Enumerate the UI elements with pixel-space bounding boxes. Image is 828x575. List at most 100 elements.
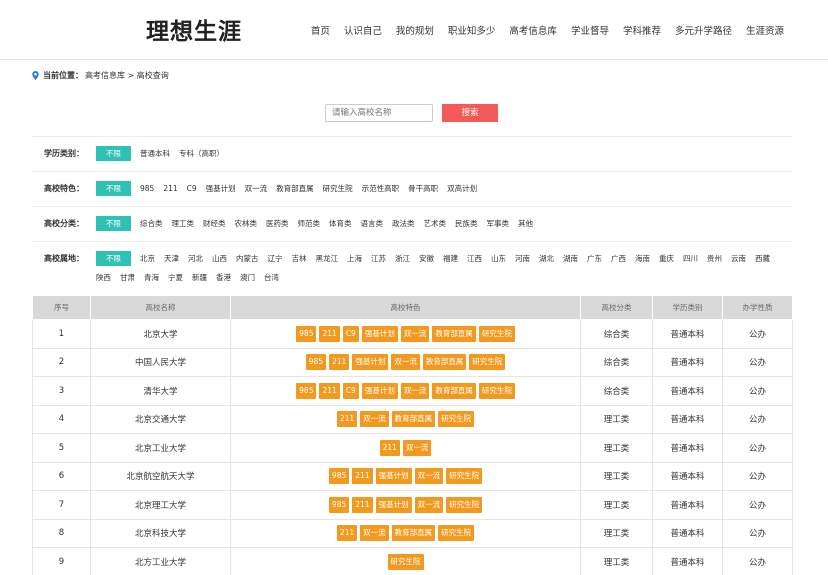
filter-option-selected[interactable]: 不限 — [96, 181, 131, 196]
nav-item[interactable]: 学科推荐 — [623, 23, 661, 37]
filter-option[interactable]: 贵州 — [707, 251, 722, 266]
filter-option-selected[interactable]: 不限 — [96, 146, 131, 161]
filter-option[interactable]: 安徽 — [419, 251, 434, 266]
university-name-link[interactable]: 北京航空航天大学 — [90, 461, 231, 491]
filter-option[interactable]: 山东 — [491, 251, 506, 266]
table-row[interactable]: 9 北方工业大学 研究生院 理工类 普通本科 公办 — [32, 547, 793, 575]
filter-option[interactable]: 内蒙古 — [236, 251, 259, 266]
table-row[interactable]: 7 北京理工大学 985 211 强基计划 双一流 研究生院 理工类 普通本科 公办 — [32, 490, 793, 520]
nav-item[interactable]: 生涯资源 — [746, 23, 784, 37]
search-button[interactable]: 搜索 — [442, 104, 498, 122]
filter-option[interactable]: 综合类 — [140, 216, 163, 231]
filter-option-selected[interactable]: 不限 — [96, 216, 131, 231]
table-row[interactable]: 6 北京航空航天大学 985 211 强基计划 双一流 研究生院 理工类 普通本科 公办 — [32, 461, 793, 491]
nav-item[interactable]: 首页 — [311, 23, 330, 37]
university-name-link[interactable]: 北京大学 — [90, 319, 231, 349]
filter-option[interactable]: 普通本科 — [140, 146, 170, 161]
university-name-link[interactable]: 北方工业大学 — [90, 547, 231, 575]
filter-option[interactable]: 香港 — [216, 270, 231, 285]
filter-option[interactable]: 211 — [163, 181, 177, 196]
filter-option[interactable]: 专科（高职） — [179, 146, 224, 161]
filter-option[interactable]: 骨干高职 — [408, 181, 438, 196]
filter-option[interactable]: 河南 — [515, 251, 530, 266]
filter-option[interactable]: 广东 — [587, 251, 602, 266]
feature-tag: 研究生院 — [469, 354, 506, 371]
filter-option[interactable]: 陕西 — [96, 270, 111, 285]
filter-option[interactable]: 澳门 — [240, 270, 255, 285]
filter-option[interactable]: 艺术类 — [424, 216, 447, 231]
filter-option[interactable]: 理工类 — [172, 216, 195, 231]
filter-option[interactable]: 四川 — [683, 251, 698, 266]
filter-option[interactable]: 黑龙江 — [316, 251, 339, 266]
nav-item[interactable]: 认识自己 — [344, 23, 382, 37]
filter-option[interactable]: 民族类 — [455, 216, 478, 231]
university-name-link[interactable]: 北京科技大学 — [90, 518, 231, 548]
filter-option[interactable]: 体育类 — [329, 216, 352, 231]
filter-option[interactable]: 新疆 — [192, 270, 207, 285]
row-number: 6 — [32, 461, 91, 491]
feature-tag: C9 — [342, 382, 359, 399]
filter-option[interactable]: 天津 — [164, 251, 179, 266]
filter-option[interactable]: 示范性高职 — [362, 181, 400, 196]
filter-option[interactable]: 强基计划 — [206, 181, 236, 196]
filter-option[interactable]: 上海 — [347, 251, 362, 266]
university-name-link[interactable]: 北京理工大学 — [90, 490, 231, 520]
feature-tag: 研究生院 — [446, 468, 483, 485]
nav-item[interactable]: 我的规划 — [396, 23, 434, 37]
filter-option[interactable]: 宁夏 — [168, 270, 183, 285]
university-name-link[interactable]: 清华大学 — [90, 376, 231, 406]
university-name-link[interactable]: 北京交通大学 — [90, 404, 231, 434]
table-row[interactable]: 3 清华大学 985 211 C9 强基计划 双一流 教育部直属 研究生院 综合类 普通本科 公办 — [32, 376, 793, 406]
filter-option[interactable]: 湖南 — [563, 251, 578, 266]
filter-option[interactable]: 山西 — [212, 251, 227, 266]
filter-option[interactable]: 语言类 — [361, 216, 384, 231]
filter-option[interactable]: 双高计划 — [447, 181, 477, 196]
filter-option[interactable]: 985 — [140, 181, 154, 196]
university-name-link[interactable]: 北京工业大学 — [90, 433, 231, 463]
filter-option[interactable]: 浙江 — [395, 251, 410, 266]
filter-option[interactable]: 甘肃 — [120, 270, 135, 285]
filter-option[interactable]: 重庆 — [659, 251, 674, 266]
filter-option[interactable]: 北京 — [140, 251, 155, 266]
filter-option[interactable]: 西藏 — [755, 251, 770, 266]
filter-option[interactable]: 军事类 — [487, 216, 510, 231]
filter-option-selected[interactable]: 不限 — [96, 251, 131, 266]
filter-option[interactable]: 农林类 — [235, 216, 258, 231]
table-row[interactable]: 4 北京交通大学 211 双一流 教育部直属 研究生院 理工类 普通本科 公办 — [32, 404, 793, 434]
table-row[interactable]: 8 北京科技大学 211 双一流 教育部直属 研究生院 理工类 普通本科 公办 — [32, 518, 793, 548]
filter-option[interactable]: 广西 — [611, 251, 626, 266]
filter-option[interactable]: 双一流 — [245, 181, 268, 196]
nav-item[interactable]: 职业知多少 — [448, 23, 496, 37]
table-row[interactable]: 5 北京工业大学 211 双一流 理工类 普通本科 公办 — [32, 433, 793, 463]
filter-option[interactable]: 教育部直属 — [276, 181, 314, 196]
filter-option[interactable]: 青海 — [144, 270, 159, 285]
site-logo[interactable]: 理想生涯 — [146, 12, 242, 46]
filter-option[interactable]: 其他 — [518, 216, 533, 231]
filter-option[interactable]: 研究生院 — [323, 181, 353, 196]
filter-option[interactable]: 河北 — [188, 251, 203, 266]
filter-option[interactable]: 海南 — [635, 251, 650, 266]
table-row[interactable]: 2 中国人民大学 985 211 强基计划 双一流 教育部直属 研究生院 综合类 普通本科 公办 — [32, 347, 793, 377]
row-number: 8 — [32, 518, 91, 548]
filter-option[interactable]: 师范类 — [298, 216, 321, 231]
table-row[interactable]: 1 北京大学 985 211 C9 强基计划 双一流 教育部直属 研究生院 综合类 普通本科 公办 — [32, 319, 793, 349]
filter-option[interactable]: 财经类 — [203, 216, 226, 231]
university-name-link[interactable]: 中国人民大学 — [90, 347, 231, 377]
filter-option[interactable]: 医药类 — [266, 216, 289, 231]
filter-option[interactable]: 政法类 — [392, 216, 415, 231]
filter-option[interactable]: C9 — [187, 181, 197, 196]
filter-option[interactable]: 江苏 — [371, 251, 386, 266]
filter-option[interactable]: 云南 — [731, 251, 746, 266]
filter-option[interactable]: 福建 — [443, 251, 458, 266]
filter-option[interactable]: 湖北 — [539, 251, 554, 266]
column-header: 高校分类 — [580, 295, 653, 320]
nav-item[interactable]: 高考信息库 — [509, 23, 557, 37]
search-input[interactable] — [325, 104, 433, 122]
nav-item[interactable]: 多元升学路径 — [675, 23, 732, 37]
filter-option[interactable]: 辽宁 — [268, 251, 283, 266]
breadcrumb-path[interactable]: 高考信息库 > 高校查询 — [85, 70, 169, 81]
filter-option[interactable]: 江西 — [467, 251, 482, 266]
filter-option[interactable]: 吉林 — [292, 251, 307, 266]
filter-option[interactable]: 台湾 — [264, 270, 279, 285]
nav-item[interactable]: 学业督导 — [571, 23, 609, 37]
